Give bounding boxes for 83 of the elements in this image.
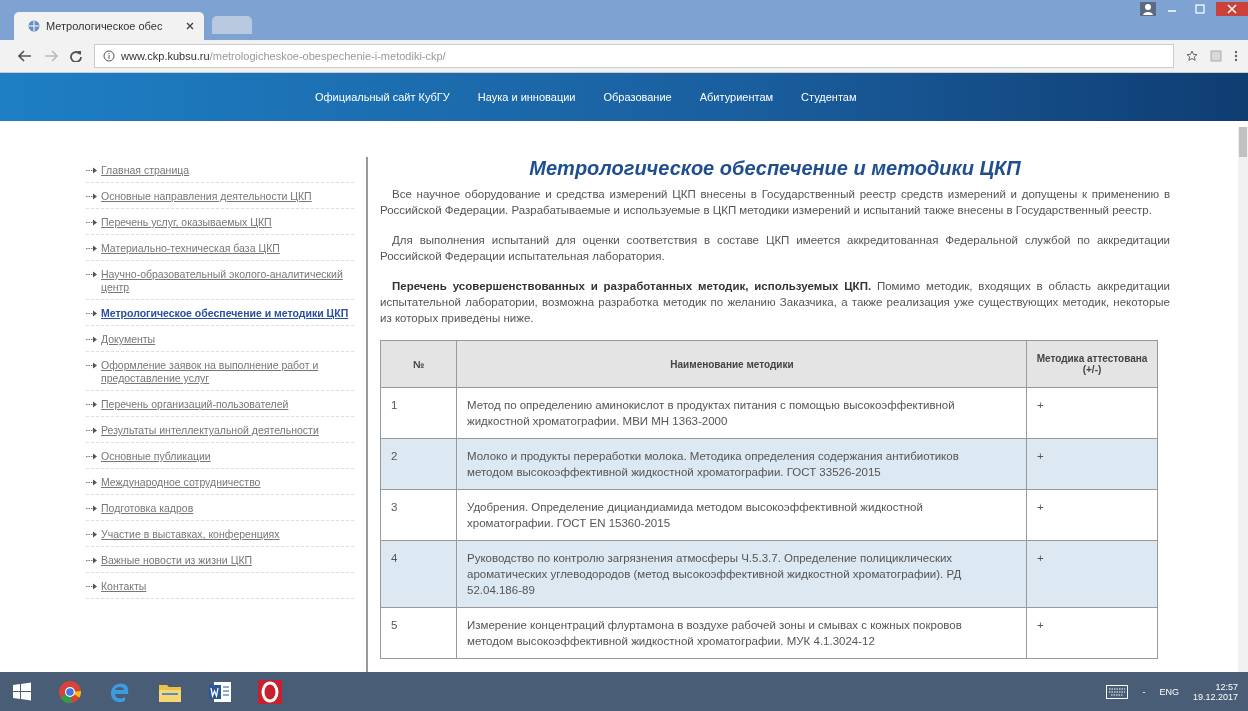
browser-tab[interactable]: Метрологическое обес <box>14 12 204 40</box>
table-cell: Удобрения. Определение дициандиамида методом высокоэффективной жидкостной хроматографии. ГОСТ EN 15360-2015 <box>456 489 1027 541</box>
keyboard-icon[interactable] <box>1106 684 1129 699</box>
arrow-icon <box>86 453 98 460</box>
clock-time[interactable]: 12:57 <box>1215 681 1238 692</box>
sidebar-link[interactable]: Материально-техническая база ЦКП <box>101 242 280 255</box>
user-icon[interactable] <box>1140 2 1156 16</box>
arrow-icon <box>86 557 98 564</box>
paragraph: Перечень усовершенствованных и разработанных методик, используемых ЦКП. Помимо методик, входящих в область аккредитации испытательной лаборатории, возможна разработка методик по желанию Заказчика, а также реализация уже существующих методик, некоторые из которых приведены ниже. <box>380 279 1170 326</box>
address-field[interactable]: www.ckp.kubsu.ru/metrologicheskoe-obespechenie-i-metodiki-ckp/ <box>94 44 1174 68</box>
arrow-icon <box>86 362 98 369</box>
arrow-icon <box>86 167 98 174</box>
arrow-icon <box>86 245 98 252</box>
table-cell: Руководство по контролю загрязнения атмосферы Ч.5.3.7. Определение полициклических ароматических углеводородов (метод высокоэффективной жидкостной хроматографии). РД 52.04.186-89 <box>456 540 1027 608</box>
scroll-thumb[interactable] <box>1239 127 1247 157</box>
nav-link[interactable]: Официальный сайт КубГУ <box>315 91 450 103</box>
nav-link[interactable]: Абитуриентам <box>699 91 774 103</box>
sidebar-link[interactable]: Научно-образовательный эколого-аналитический центр <box>101 268 354 294</box>
column-header: Наименование методики <box>456 340 1027 388</box>
table-cell: Измерение концентраций флуртамона в воздухе рабочей зоны и смывах с кожных покровов методом высокоэффективной жидкостной хроматографии. МУК 4.1.3024-12 <box>456 607 1027 659</box>
sidebar-link[interactable]: Главная страница <box>101 164 190 177</box>
document-w-icon[interactable] <box>208 680 232 703</box>
url-text: www.ckp.kubsu.ru/metrologicheskoe-obespechenie-i-metodiki-ckp/ <box>121 50 446 62</box>
table-cell: + <box>1026 489 1158 541</box>
back-arrow-icon[interactable] <box>18 50 32 62</box>
sidebar-link[interactable]: Подготовка кадров <box>101 502 194 515</box>
table-cell: Метод по определению аминокислот в продуктах питания с помощью высокоэффективной жидкостной хроматографии. МВИ МН 1363-2000 <box>456 387 1027 439</box>
sidebar-link[interactable]: Основные публикации <box>101 450 211 463</box>
sidebar-link[interactable]: Перечень услуг, оказываемых ЦКП <box>101 216 272 229</box>
nav-link[interactable]: Студентам <box>801 91 857 103</box>
table-cell: 3 <box>380 489 457 541</box>
nav-link[interactable]: Наука и инновации <box>477 91 576 103</box>
globe-icon <box>28 20 40 32</box>
menu-icon[interactable] <box>1234 50 1238 62</box>
arrow-icon <box>86 310 98 317</box>
sidebar-link[interactable]: Результаты интеллектуальной деятельности <box>101 424 319 437</box>
close-icon[interactable] <box>1216 2 1248 16</box>
arrow-icon <box>86 583 98 590</box>
page-title: Метрологическое обеспечение и методики ЦКП <box>528 157 1022 180</box>
arrow-icon <box>86 193 98 200</box>
table-cell: 1 <box>380 387 457 439</box>
windows-logo-icon[interactable] <box>12 681 32 702</box>
paragraph: Все научное оборудование и средства измерений ЦКП внесены в Государственный реестр средств измерений и допущены к применению в Российской Федерации. Разрабатываемые и используемые в ЦКП методики измерений и испытаний также внесены в Государственный реестр. <box>380 187 1170 218</box>
column-header: Методика аттестована (+/-) <box>1026 340 1158 388</box>
table-cell: + <box>1026 438 1158 490</box>
arrow-icon <box>86 479 98 486</box>
sidebar-link[interactable]: Перечень организаций-пользователей <box>101 398 289 411</box>
arrow-icon <box>86 401 98 408</box>
scrollbar[interactable] <box>1238 127 1248 672</box>
chrome-icon[interactable] <box>58 679 82 704</box>
table-cell: 4 <box>380 540 457 608</box>
sidebar-link[interactable]: Оформление заявок на выполнение работ и предоставление услуг <box>101 359 354 385</box>
sidebar-link[interactable]: Контакты <box>101 580 147 593</box>
tab-title: Метрологическое обес <box>46 20 164 32</box>
sidebar-link[interactable]: Документы <box>101 333 156 346</box>
arrow-icon <box>86 531 98 538</box>
tray-mark: - <box>1142 686 1146 697</box>
arrow-icon <box>86 219 98 226</box>
arrow-icon <box>86 271 98 278</box>
ring-o-icon[interactable] <box>258 679 282 704</box>
language-indicator[interactable]: ENG <box>1159 686 1179 697</box>
sidebar-link[interactable]: Участие в выставках, конференциях <box>101 528 280 541</box>
table-cell: 2 <box>380 438 457 490</box>
star-icon[interactable] <box>1186 50 1198 62</box>
info-icon <box>103 50 115 62</box>
column-header: № <box>380 340 457 388</box>
nav-link[interactable]: Образование <box>603 91 672 103</box>
clock-date[interactable]: 19.12.2017 <box>1192 691 1238 702</box>
reload-icon[interactable] <box>70 50 82 62</box>
sidebar-link[interactable]: Метрологическое обеспечение и методики ЦКП <box>101 307 349 320</box>
sidebar-link[interactable]: Основные направления деятельности ЦКП <box>101 190 312 203</box>
table-cell: 5 <box>380 607 457 659</box>
arrow-icon <box>86 336 98 343</box>
close-icon[interactable] <box>186 22 194 30</box>
sidebar-link[interactable]: Международное сотрудничество <box>101 476 261 489</box>
table-cell: + <box>1026 387 1158 439</box>
table-cell: + <box>1026 540 1158 608</box>
arrow-icon <box>86 427 98 434</box>
paragraph: Для выполнения испытаний для оценки соответствия в составе ЦКП имеется аккредитованная Федеральной службой по аккредитации Российской Федерации испытательная лаборатория. <box>380 233 1170 264</box>
sidebar-link[interactable]: Важные новости из жизни ЦКП <box>101 554 253 567</box>
arrow-icon <box>86 505 98 512</box>
table-cell: + <box>1026 607 1158 659</box>
table-cell: Молоко и продукты переработки молока. Методика определения содержания антибиотиков методом высокоэффективной жидкостной хроматографии. ГОСТ 33526-2015 <box>456 438 1027 490</box>
